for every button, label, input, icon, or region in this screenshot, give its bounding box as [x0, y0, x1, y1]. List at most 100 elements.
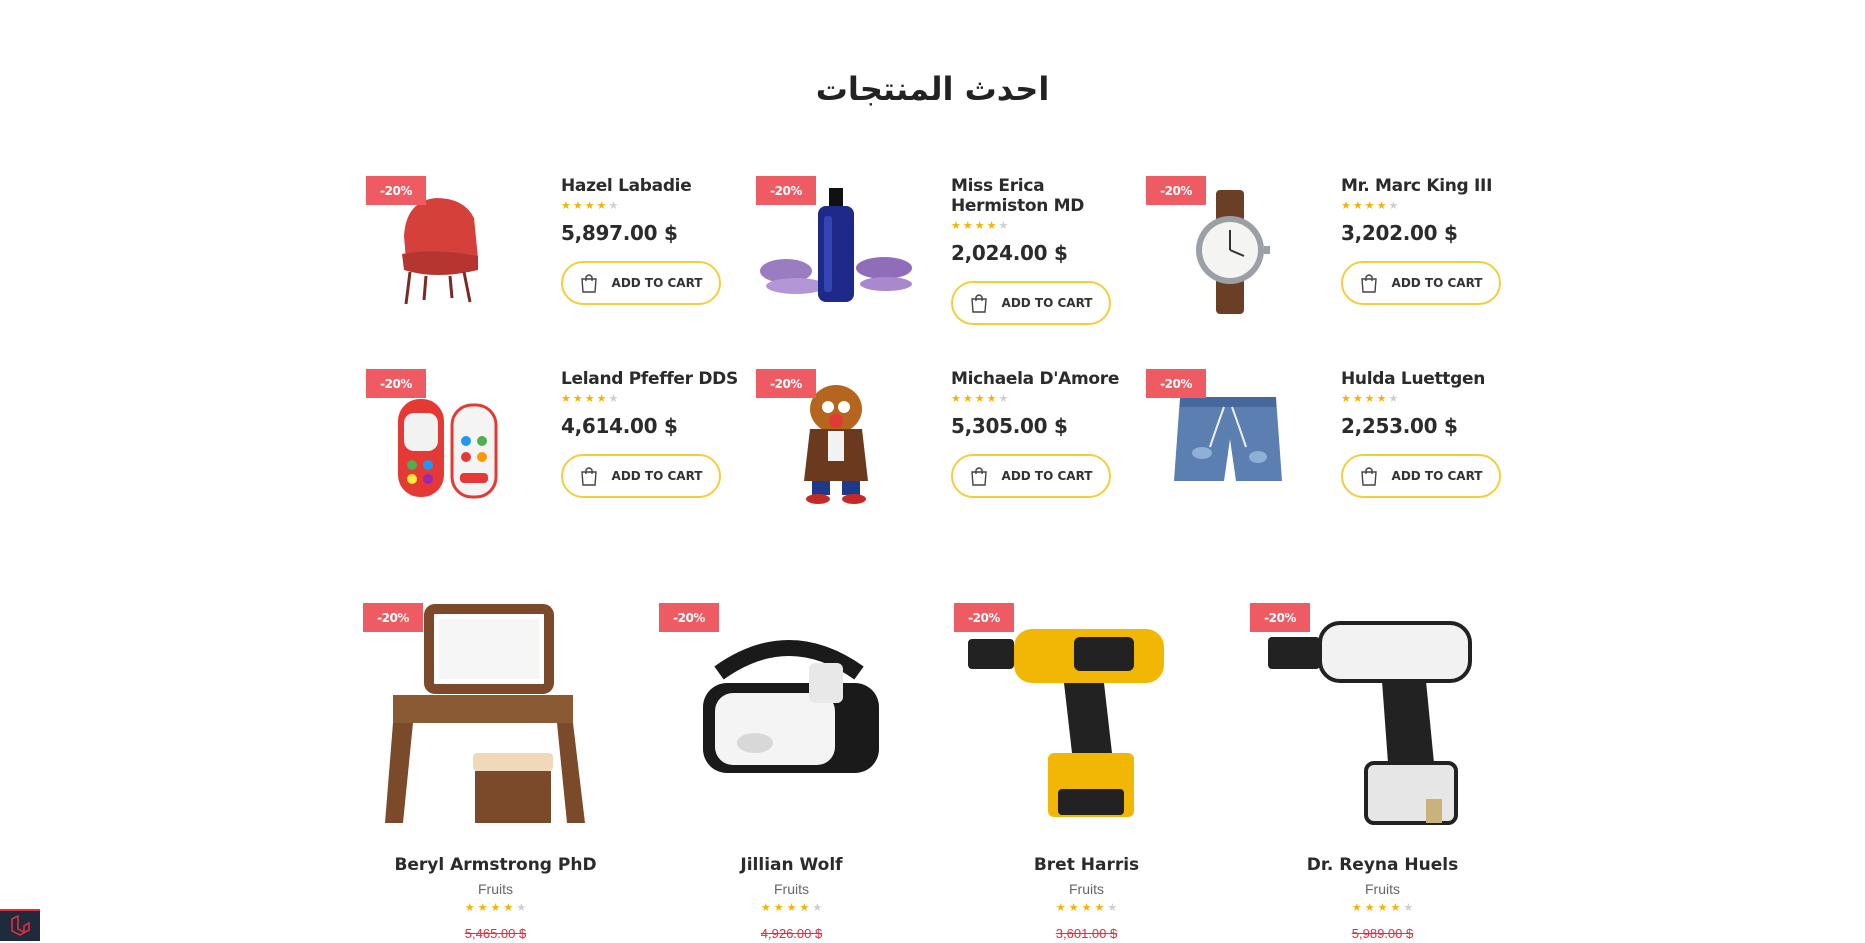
- product-name[interactable]: Miss Erica Hermiston MD: [951, 176, 1136, 216]
- add-to-cart-button[interactable]: ADD TO CART: [951, 281, 1111, 325]
- product-image-white-drill[interactable]: [1250, 603, 1515, 833]
- product-category[interactable]: Fruits: [954, 881, 1219, 897]
- star-icon: ★: [1107, 902, 1118, 914]
- product-name[interactable]: Beryl Armstrong PhD: [363, 855, 628, 875]
- product-card-0[interactable]: -20% Hazel Labadie ★ ★ ★ ★ ★ 5,897.00 $ ADD …: [366, 176, 746, 326]
- star-icon: ★: [1388, 393, 1399, 405]
- product-price: 2,024.00 $: [951, 241, 1068, 265]
- product-card-1[interactable]: -20% Miss Erica Hermiston MD ★ ★ ★ ★ ★ 2,024…: [756, 176, 1136, 326]
- star-icon: ★: [799, 902, 810, 914]
- rating-stars: ★ ★ ★ ★ ★: [1250, 902, 1515, 914]
- star-icon: ★: [1364, 902, 1375, 914]
- star-icon: ★: [516, 902, 527, 914]
- product-name[interactable]: Leland Pfeffer DDS: [561, 369, 746, 389]
- product-image-vr-headset[interactable]: [659, 603, 924, 833]
- add-to-cart-button[interactable]: ADD TO CART: [561, 261, 721, 305]
- add-to-cart-button[interactable]: ADD TO CART: [561, 454, 721, 498]
- product-name[interactable]: Bret Harris: [954, 855, 1219, 875]
- product-card-5[interactable]: -20% Hulda Luettgen ★ ★ ★ ★ ★ 2,253.00 $ ADD…: [1146, 369, 1526, 519]
- star-icon: ★: [1376, 200, 1387, 212]
- star-icon: ★: [572, 200, 583, 212]
- add-to-cart-button[interactable]: ADD TO CART: [951, 454, 1111, 498]
- rating-stars: ★ ★ ★ ★ ★: [659, 902, 924, 914]
- star-icon: ★: [1364, 393, 1375, 405]
- product-image-yellow-drill[interactable]: [954, 603, 1219, 833]
- star-icon: ★: [974, 393, 985, 405]
- star-icon: ★: [572, 393, 583, 405]
- star-icon: ★: [1388, 200, 1399, 212]
- star-icon: ★: [951, 220, 961, 232]
- discount-badge: -20%: [756, 369, 816, 398]
- featured-card-3[interactable]: -20% Dr. Reyna Huels Fruits ★ ★ ★ ★ ★ 5,989.…: [1250, 603, 1515, 943]
- product-name[interactable]: Jillian Wolf: [659, 855, 924, 875]
- product-price: 5,305.00 $: [951, 414, 1068, 438]
- shopping-bag-icon: [970, 294, 987, 313]
- featured-card-0[interactable]: -20% Beryl Armstrong PhD Fruits ★ ★ ★ ★ ★ 5,…: [363, 603, 628, 943]
- star-icon: ★: [608, 200, 619, 212]
- shopping-bag-icon: [1360, 274, 1377, 293]
- discount-badge: -20%: [954, 603, 1014, 632]
- product-category[interactable]: Fruits: [1250, 881, 1515, 897]
- shopping-bag-icon: [970, 467, 987, 486]
- rating-stars: ★ ★ ★ ★ ★: [561, 200, 746, 212]
- star-icon: ★: [773, 902, 784, 914]
- add-to-cart-button[interactable]: ADD TO CART: [1341, 454, 1501, 498]
- discount-badge: -20%: [366, 176, 426, 205]
- star-icon: ★: [998, 220, 1009, 232]
- star-icon: ★: [1081, 902, 1092, 914]
- product-name[interactable]: Michaela D'Amore: [951, 369, 1136, 389]
- star-icon: ★: [561, 393, 571, 405]
- product-category[interactable]: Fruits: [659, 881, 924, 897]
- product-price: 3,202.00 $: [1341, 221, 1458, 245]
- star-icon: ★: [561, 200, 571, 212]
- section-title: احدث المنتجات: [815, 70, 1050, 108]
- star-icon: ★: [1352, 393, 1363, 405]
- discount-badge: -20%: [363, 603, 423, 632]
- star-icon: ★: [962, 393, 973, 405]
- rating-stars: ★ ★ ★ ★ ★: [1341, 200, 1526, 212]
- shopping-bag-icon: [1360, 467, 1377, 486]
- product-image-vanity-table[interactable]: [363, 603, 628, 833]
- product-card-4[interactable]: -20% Michaela D'Amore ★ ★ ★ ★ ★ 5,305.00 $ A…: [756, 369, 1136, 519]
- star-icon: ★: [490, 902, 501, 914]
- star-icon: ★: [1390, 902, 1401, 914]
- add-to-cart-label: ADD TO CART: [1391, 469, 1483, 483]
- add-to-cart-label: ADD TO CART: [611, 276, 703, 290]
- star-icon: ★: [812, 902, 823, 914]
- discount-badge: -20%: [1146, 369, 1206, 398]
- featured-card-2[interactable]: -20% Bret Harris Fruits ★ ★ ★ ★ ★ 3,601.00 $: [954, 603, 1219, 943]
- product-card-2[interactable]: -20% Mr. Marc King III ★ ★ ★ ★ ★ 3,202.00 $ …: [1146, 176, 1526, 326]
- product-category[interactable]: Fruits: [363, 881, 628, 897]
- discount-badge: -20%: [756, 176, 816, 205]
- star-icon: ★: [596, 393, 607, 405]
- discount-badge: -20%: [659, 603, 719, 632]
- star-icon: ★: [1341, 393, 1351, 405]
- star-icon: ★: [1376, 393, 1387, 405]
- laravel-logo-icon: [11, 915, 30, 936]
- shopping-bag-icon: [580, 274, 597, 293]
- star-icon: ★: [1094, 902, 1105, 914]
- star-icon: ★: [1068, 902, 1079, 914]
- product-name[interactable]: Hulda Luettgen: [1341, 369, 1526, 389]
- star-icon: ★: [962, 220, 973, 232]
- product-name[interactable]: Hazel Labadie: [561, 176, 746, 196]
- product-name[interactable]: Dr. Reyna Huels: [1250, 855, 1515, 875]
- star-icon: ★: [503, 902, 514, 914]
- star-icon: ★: [1341, 200, 1351, 212]
- discount-badge: -20%: [1146, 176, 1206, 205]
- star-icon: ★: [1352, 200, 1363, 212]
- star-icon: ★: [596, 200, 607, 212]
- product-card-3[interactable]: -20% Leland Pfeffer DDS ★ ★ ★ ★ ★ 4,614.00 $…: [366, 369, 746, 519]
- laravel-logo-icon[interactable]: [0, 909, 40, 941]
- add-to-cart-label: ADD TO CART: [611, 469, 703, 483]
- star-icon: ★: [986, 393, 997, 405]
- product-name[interactable]: Mr. Marc King III: [1341, 176, 1526, 196]
- add-to-cart-label: ADD TO CART: [1001, 469, 1093, 483]
- star-icon: ★: [584, 200, 595, 212]
- rating-stars: ★ ★ ★ ★ ★: [951, 393, 1136, 405]
- rating-stars: ★ ★ ★ ★ ★: [561, 393, 746, 405]
- star-icon: ★: [1055, 902, 1066, 914]
- add-to-cart-button[interactable]: ADD TO CART: [1341, 261, 1501, 305]
- star-icon: ★: [1351, 902, 1362, 914]
- featured-card-1[interactable]: -20% Jillian Wolf Fruits ★ ★ ★ ★ ★ 4,926.00 …: [659, 603, 924, 943]
